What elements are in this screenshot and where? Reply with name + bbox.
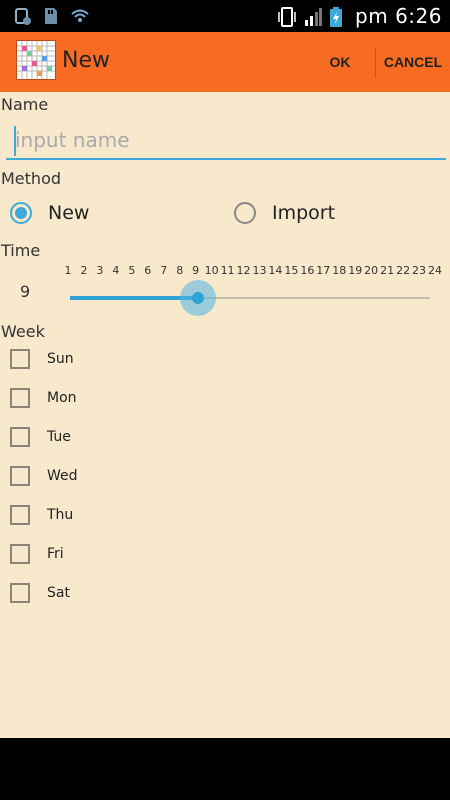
time-tick-13: 13 <box>252 264 267 277</box>
time-tick-16: 16 <box>300 264 315 277</box>
day-label: Fri <box>47 546 64 562</box>
time-tick-11: 11 <box>220 264 235 277</box>
time-tick-6: 6 <box>144 264 152 277</box>
radio-button-unchecked[interactable] <box>234 202 256 224</box>
time-tick-20: 20 <box>364 264 379 277</box>
usb-debug-icon <box>14 6 32 26</box>
wifi-icon <box>70 6 89 26</box>
radio-label-import: Import <box>272 202 336 224</box>
name-input[interactable] <box>6 122 446 160</box>
time-tick-2: 2 <box>80 264 88 277</box>
day-label: Thu <box>47 507 74 523</box>
time-tick-7: 7 <box>160 264 168 277</box>
text-cursor <box>14 126 16 156</box>
form-content: Name Method New Import Time 123456789101… <box>0 92 450 738</box>
status-right-icons: pm 6:26 <box>277 4 442 28</box>
time-tick-18: 18 <box>332 264 347 277</box>
navigation-bar <box>0 738 450 800</box>
time-tick-10: 10 <box>204 264 219 277</box>
checkbox[interactable] <box>10 427 30 447</box>
day-checkbox-row-sat[interactable]: Sat <box>10 581 70 605</box>
checkbox[interactable] <box>10 388 30 408</box>
action-divider <box>375 48 376 78</box>
day-checkbox-row-tue[interactable]: Tue <box>10 425 71 449</box>
time-value: 9 <box>20 282 31 301</box>
status-left-icons <box>14 6 89 26</box>
radio-button-checked[interactable] <box>10 202 32 224</box>
slider-fill <box>70 296 199 300</box>
action-bar: New OK CANCEL <box>0 32 450 92</box>
time-tick-24: 24 <box>428 264 442 277</box>
week-label: Week <box>1 322 45 341</box>
day-checkbox-row-sun[interactable]: Sun <box>10 347 74 371</box>
day-checkbox-row-mon[interactable]: Mon <box>10 386 77 410</box>
app-logo-icon <box>16 40 56 80</box>
checkbox[interactable] <box>10 583 30 603</box>
time-tick-9: 9 <box>192 264 200 277</box>
time-tick-19: 19 <box>348 264 363 277</box>
time-tick-12: 12 <box>236 264 251 277</box>
day-label: Mon <box>47 390 77 406</box>
method-label: Method <box>1 169 62 188</box>
day-checkbox-row-thu[interactable]: Thu <box>10 503 73 527</box>
time-tick-23: 23 <box>412 264 427 277</box>
time-tick-4: 4 <box>112 264 120 277</box>
time-slider[interactable] <box>70 280 430 316</box>
time-tick-14: 14 <box>268 264 283 277</box>
method-radio-import[interactable]: Import <box>234 202 335 224</box>
status-clock: pm 6:26 <box>355 4 442 28</box>
checkbox[interactable] <box>10 349 30 369</box>
slider-thumb[interactable] <box>180 280 217 316</box>
day-label: Sun <box>47 351 74 367</box>
time-tick-labels: 1 2 3 4 5 6 7 8 9 10 11 12 13 14 15 16 17 18 19 20 21 22 23 24 <box>58 264 448 278</box>
day-checkbox-row-wed[interactable]: Wed <box>10 464 78 488</box>
day-label: Wed <box>47 468 78 484</box>
vibrate-icon <box>277 6 296 27</box>
radio-label-new: New <box>48 202 90 224</box>
time-tick-21: 21 <box>380 264 395 277</box>
time-tick-17: 17 <box>316 264 331 277</box>
name-label: Name <box>1 95 49 114</box>
day-label: Sat <box>47 585 70 601</box>
checkbox[interactable] <box>10 505 30 525</box>
page-title: New <box>62 48 110 73</box>
cancel-button[interactable]: CANCEL <box>380 32 446 92</box>
day-label: Tue <box>47 429 71 445</box>
battery-charging-icon <box>329 6 347 27</box>
time-tick-22: 22 <box>396 264 411 277</box>
time-tick-1: 1 <box>64 264 72 277</box>
method-radio-new[interactable]: New <box>10 202 89 224</box>
time-tick-15: 15 <box>284 264 299 277</box>
sd-card-icon <box>42 6 60 26</box>
time-tick-3: 3 <box>96 264 104 277</box>
ok-button[interactable]: OK <box>314 32 366 92</box>
checkbox[interactable] <box>10 466 30 486</box>
checkbox[interactable] <box>10 544 30 564</box>
signal-icon <box>303 6 323 26</box>
time-tick-8: 8 <box>176 264 184 277</box>
day-checkbox-row-fri[interactable]: Fri <box>10 542 64 566</box>
time-tick-5: 5 <box>128 264 136 277</box>
status-bar: pm 6:26 <box>0 0 450 32</box>
time-label: Time <box>1 241 41 260</box>
